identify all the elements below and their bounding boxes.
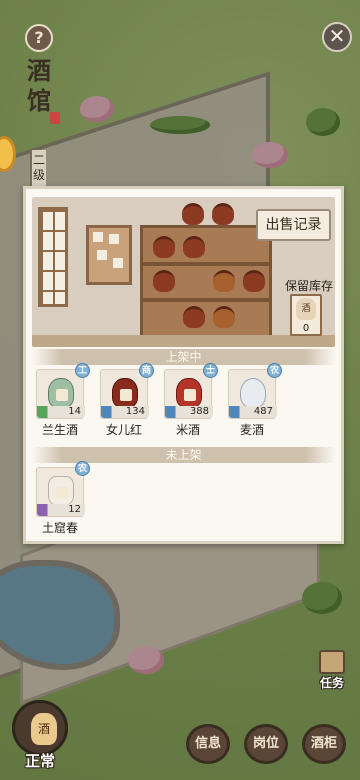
reserve-stock-label: 保留库存: [284, 279, 333, 293]
position-button[interactable]: 岗位: [244, 724, 288, 764]
bottle-label: [56, 487, 68, 499]
note-paper: [93, 232, 103, 242]
wine-item-lanshengjiu[interactable]: 14 工 兰生酒: [36, 363, 90, 437]
wine-jar: [182, 203, 204, 225]
wine-item-nuerhong[interactable]: 134 商 女儿红: [100, 363, 154, 437]
wine-cabinet-button[interactable]: 酒柜: [302, 724, 346, 764]
status-label: 正常: [24, 752, 55, 770]
wine-jar: [212, 203, 234, 225]
customer-class-badge: 士: [203, 363, 218, 378]
note-paper: [97, 250, 107, 260]
wine-shelf: [140, 225, 272, 341]
wine-jar-icon: 酒: [296, 298, 316, 320]
status-frame: 酒: [12, 700, 68, 756]
wine-jar: [213, 306, 235, 328]
level-char: 级: [32, 168, 45, 182]
customer-class-badge: 商: [139, 363, 154, 378]
wine-item-mijiu[interactable]: 388 士 米酒: [164, 363, 218, 437]
seal-icon: [50, 112, 60, 124]
customer-class-badge: 农: [75, 461, 90, 476]
title-char: 酒: [27, 56, 51, 85]
item-slot: 134: [100, 369, 149, 419]
task-button[interactable]: 任务: [312, 650, 352, 694]
shelf-board: [143, 262, 269, 266]
wine-jug-icon: [240, 378, 266, 408]
wine-jar: [153, 270, 175, 292]
reserve-stock-count: 0: [302, 323, 310, 334]
item-name: 米酒: [175, 423, 200, 437]
notice-board: [86, 225, 132, 285]
note-paper: [113, 258, 123, 268]
wine-jar: [243, 270, 265, 292]
tavern-status-button[interactable]: 酒 正常: [8, 700, 72, 772]
wine-jar: [183, 306, 205, 328]
info-button[interactable]: 信息: [186, 724, 230, 764]
item-name: 土窟春: [41, 521, 78, 535]
stock-count: 487: [229, 406, 277, 418]
building-title: 酒 馆: [22, 56, 56, 116]
lattice-window: [38, 207, 68, 307]
wine-item-maijiu[interactable]: 487 农 麦酒: [228, 363, 282, 437]
stock-count: 134: [101, 406, 149, 418]
level-char: 二: [32, 153, 45, 167]
off-shelf-header: 未上架: [32, 447, 335, 463]
wine-jar-icon: [112, 378, 138, 408]
stock-count: 14: [37, 406, 85, 418]
shelf-board: [143, 298, 269, 302]
building-level: 二 级: [30, 150, 46, 188]
scroll-icon: [319, 650, 345, 674]
wine-bottle-icon: [48, 476, 74, 506]
item-slot: 12: [36, 467, 85, 517]
task-label: 任务: [319, 676, 344, 690]
floor: [32, 335, 335, 347]
item-name: 麦酒: [239, 423, 264, 437]
wine-jar: [153, 236, 175, 258]
bottle-label: [184, 389, 196, 401]
item-slot: 487: [228, 369, 277, 419]
stock-count: 12: [37, 504, 85, 516]
customer-class-badge: 农: [267, 363, 282, 378]
tavern-inventory-panel: 出售记录 保留库存 酒 0 上架中 14 工 兰生酒 134 商 女儿红 388…: [23, 186, 344, 544]
item-slot: 388: [164, 369, 213, 419]
close-button[interactable]: ✕: [322, 22, 352, 52]
bottle-label: [56, 389, 68, 401]
customer-class-badge: 工: [75, 363, 90, 378]
tavern-interior-illustration: 出售记录 保留库存 酒 0: [32, 197, 335, 347]
wine-jar-icon: 酒: [31, 713, 57, 745]
note-paper: [109, 234, 119, 244]
on-shelf-header: 上架中: [32, 349, 335, 365]
bottle-label: [120, 389, 132, 401]
wine-jar: [213, 270, 235, 292]
item-name: 女儿红: [105, 423, 142, 437]
item-slot: 14: [36, 369, 85, 419]
stock-count: 388: [165, 406, 213, 418]
item-name: 兰生酒: [41, 423, 78, 437]
sales-record-button[interactable]: 出售记录: [256, 209, 331, 241]
wine-item-tukuchun[interactable]: 12 农 土窟春: [36, 461, 90, 535]
reserve-stock-slot[interactable]: 酒 0: [290, 294, 322, 336]
wine-jar: [183, 236, 205, 258]
wine-jar-icon: [176, 378, 202, 408]
wine-bottle-icon: [48, 378, 74, 408]
help-button[interactable]: ?: [25, 24, 53, 52]
